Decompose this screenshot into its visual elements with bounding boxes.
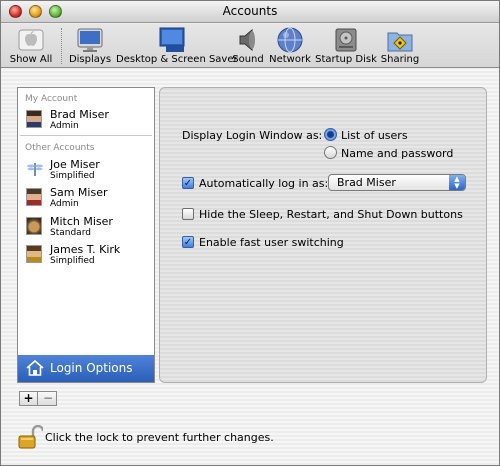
desktop-icon: [159, 27, 185, 52]
radio-list-of-users[interactable]: [324, 128, 337, 141]
toolbar-separator: [61, 28, 62, 64]
add-remove-control: + −: [19, 391, 57, 406]
toolbar-label-sharing: Sharing: [380, 54, 420, 65]
lock-area: Click the lock to prevent further change…: [17, 425, 417, 449]
account-role: Admin: [50, 121, 79, 131]
fast-user-switching-label[interactable]: Enable fast user switching: [199, 236, 344, 249]
add-account-button[interactable]: +: [20, 392, 38, 405]
globe-icon: [277, 27, 303, 53]
toolbar-sharing[interactable]: Sharing: [379, 24, 421, 68]
toolbar-label-displays: Displays: [68, 54, 112, 65]
other-accounts-header: Other Accounts: [25, 143, 95, 153]
list-item-joe-miser[interactable]: Joe Miser Simplified: [24, 158, 154, 186]
login-options-panel: Display Login Window as: List of users N…: [159, 87, 487, 383]
list-item-sam-miser[interactable]: Sam Miser Admin: [24, 186, 154, 214]
login-options-label: Login Options: [50, 361, 133, 375]
toolbar-show-all[interactable]: Show All: [7, 24, 55, 68]
toolbar-startup-disk[interactable]: Startup Disk: [314, 24, 378, 68]
divider: [20, 135, 152, 136]
toolbar-label-desktop-screen-saver: Desktop & Screen Saver: [116, 54, 238, 65]
radio-label-list-of-users[interactable]: List of users: [341, 129, 408, 142]
lock-message: Click the lock to prevent further change…: [45, 431, 274, 444]
sharing-folder-icon: [387, 32, 413, 52]
open-lock-icon[interactable]: [17, 425, 43, 449]
account-name: Brad Miser: [50, 108, 109, 121]
auto-login-user-value: Brad Miser: [337, 176, 396, 189]
dragonfly-icon: [27, 163, 43, 176]
toolbar-label-show-all: Show All: [9, 54, 53, 65]
auto-login-label[interactable]: Automatically log in as:: [199, 177, 328, 190]
toolbar-label-sound: Sound: [232, 54, 264, 65]
auto-login-checkbox[interactable]: ✓: [182, 177, 194, 189]
toolbar-label-network: Network: [269, 54, 311, 65]
hide-buttons-label[interactable]: Hide the Sleep, Restart, and Shut Down b…: [199, 208, 463, 221]
toolbar-desktop-screen-saver[interactable]: Desktop & Screen Saver: [116, 24, 238, 68]
toolbar-label-startup-disk: Startup Disk: [315, 54, 377, 65]
disk-icon: [335, 28, 357, 52]
remove-account-button[interactable]: −: [39, 392, 57, 405]
radio-name-and-password[interactable]: [324, 146, 337, 159]
title-bar[interactable]: Accounts: [1, 1, 499, 23]
user-photo-icon: [26, 188, 42, 206]
list-item-james-t-kirk[interactable]: James T. Kirk Simplified: [24, 243, 154, 271]
account-role: Simplified: [50, 171, 95, 181]
account-role: Admin: [50, 199, 79, 209]
toolbar: Show All Displays Desktop & Screen Saver: [1, 24, 499, 68]
chevron-up-down-icon: ▲ ▼: [449, 175, 465, 190]
account-name: James T. Kirk: [50, 243, 121, 256]
list-item-mitch-miser[interactable]: Mitch Miser Standard: [24, 215, 154, 243]
toolbar-network[interactable]: Network: [269, 24, 311, 68]
login-options-item[interactable]: Login Options: [18, 355, 154, 382]
user-photo-icon: [26, 110, 42, 128]
auto-login-user-select[interactable]: Brad Miser ▲ ▼: [328, 174, 466, 191]
apple-icon: [18, 29, 44, 51]
account-role: Standard: [50, 228, 91, 238]
fast-user-switching-checkbox[interactable]: ✓: [182, 236, 194, 248]
account-name: Mitch Miser: [50, 215, 113, 228]
radio-label-name-and-password[interactable]: Name and password: [341, 147, 453, 160]
hide-buttons-checkbox[interactable]: [182, 208, 194, 220]
my-account-header: My Account: [25, 94, 78, 104]
house-icon: [26, 359, 44, 376]
accounts-window: Accounts Show All Displays Desktop & Scr…: [0, 0, 500, 466]
user-photo-icon: [26, 245, 42, 263]
display-icon: [77, 28, 103, 52]
account-name: Joe Miser: [50, 158, 100, 171]
list-item-brad-miser[interactable]: Brad Miser Admin: [24, 108, 154, 136]
account-name: Sam Miser: [50, 186, 108, 199]
toolbar-displays[interactable]: Displays: [67, 24, 113, 68]
display-login-label: Display Login Window as:: [182, 129, 323, 142]
cat-icon: [26, 217, 42, 235]
accounts-list: My Account Brad Miser Admin Other Accoun…: [17, 87, 155, 383]
toolbar-sound[interactable]: Sound: [230, 24, 266, 68]
window-title: Accounts: [222, 4, 278, 18]
account-role: Simplified: [50, 256, 95, 266]
speaker-icon: [239, 28, 255, 52]
